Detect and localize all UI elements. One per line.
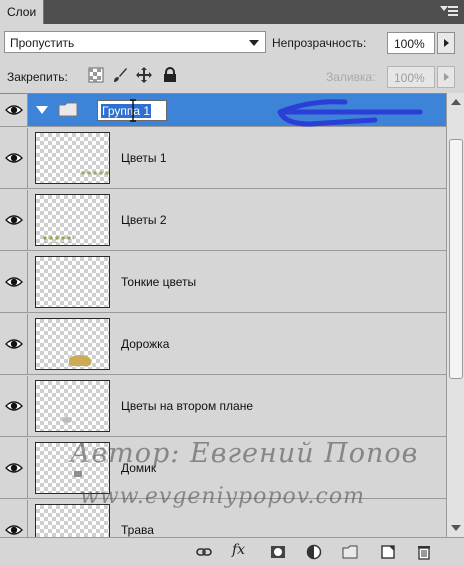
- opacity-field[interactable]: 100%: [387, 32, 435, 54]
- lock-label: Закрепить:: [7, 70, 68, 84]
- add-mask-icon[interactable]: [270, 544, 286, 560]
- adjustment-layer-icon[interactable]: [306, 544, 322, 560]
- watermark-url: www.evgeniypopov.com: [80, 484, 365, 509]
- layer-name: Цветы 2: [121, 213, 167, 227]
- expand-triangle-icon[interactable]: [36, 106, 48, 114]
- layers-list: Группа 1 Цветы 1 Цветы 2 Тонкие цветы До…: [0, 93, 446, 537]
- layer-name: Цветы на втором плане: [121, 399, 254, 413]
- blend-mode-value: Пропустить: [10, 36, 75, 50]
- fx-icon[interactable]: fx: [232, 542, 248, 558]
- visibility-toggle[interactable]: [0, 128, 28, 188]
- eye-icon: [5, 105, 23, 115]
- layers-toolbar: fx: [0, 537, 464, 566]
- layer-name: Дорожка: [121, 337, 170, 351]
- layer-row[interactable]: Цветы 1: [0, 128, 446, 189]
- new-layer-icon[interactable]: [380, 544, 396, 560]
- layer-row[interactable]: Цветы на втором плане: [0, 376, 446, 437]
- visibility-toggle[interactable]: [0, 500, 28, 537]
- brush-lock-icon[interactable]: [112, 67, 128, 83]
- eye-icon: [5, 153, 23, 163]
- eye-icon: [5, 277, 23, 287]
- trash-icon[interactable]: [416, 544, 432, 560]
- eye-icon: [5, 525, 23, 535]
- text-cursor-icon: [130, 99, 136, 122]
- move-lock-icon[interactable]: [136, 67, 152, 83]
- blend-mode-select[interactable]: Пропустить: [4, 31, 266, 53]
- new-group-icon[interactable]: [342, 544, 358, 560]
- opacity-slider-button[interactable]: [437, 32, 455, 54]
- visibility-toggle[interactable]: [0, 94, 28, 126]
- visibility-toggle[interactable]: [0, 314, 28, 374]
- scroll-up-icon[interactable]: [451, 99, 461, 105]
- layer-thumbnail: [35, 256, 110, 308]
- layer-thumbnail: [35, 318, 110, 370]
- eye-icon: [5, 463, 23, 473]
- group-name: Группа 1: [101, 104, 152, 118]
- scroll-down-icon[interactable]: [451, 525, 461, 531]
- eye-icon: [5, 401, 23, 411]
- chevron-down-icon: [249, 40, 259, 46]
- layer-thumbnail: [35, 194, 110, 246]
- layer-name: Тонкие цветы: [121, 275, 197, 289]
- visibility-toggle[interactable]: [0, 252, 28, 312]
- eye-icon: [5, 215, 23, 225]
- layer-group-row[interactable]: Группа 1: [0, 94, 446, 127]
- layer-name: Цветы 1: [121, 151, 167, 165]
- panel-header: Слои: [0, 0, 464, 24]
- watermark-author: Автор: Евгений Попов: [70, 438, 419, 469]
- layer-row[interactable]: Тонкие цветы: [0, 252, 446, 313]
- transparency-lock-icon[interactable]: [88, 67, 104, 83]
- eye-icon: [5, 339, 23, 349]
- layer-row[interactable]: Дорожка: [0, 314, 446, 375]
- folder-icon: [58, 102, 78, 117]
- visibility-toggle[interactable]: [0, 438, 28, 498]
- layer-thumbnail: [35, 132, 110, 184]
- padlock-icon[interactable]: [162, 67, 178, 83]
- fill-field[interactable]: 100%: [387, 66, 435, 88]
- visibility-toggle[interactable]: [0, 190, 28, 250]
- link-layers-icon[interactable]: [196, 544, 212, 560]
- layer-row[interactable]: Цветы 2: [0, 190, 446, 251]
- fill-label: Заливка:: [326, 70, 376, 84]
- scrollbar-thumb[interactable]: [449, 139, 463, 379]
- vertical-scrollbar[interactable]: [446, 93, 464, 537]
- fill-slider-button[interactable]: [437, 66, 455, 88]
- opacity-label: Непрозрачность:: [272, 36, 367, 50]
- layer-thumbnail: [35, 380, 110, 432]
- layer-name: Трава: [121, 523, 154, 537]
- panel-menu-icon[interactable]: [440, 6, 458, 16]
- tab-layers[interactable]: Слои: [0, 0, 44, 24]
- visibility-toggle[interactable]: [0, 376, 28, 436]
